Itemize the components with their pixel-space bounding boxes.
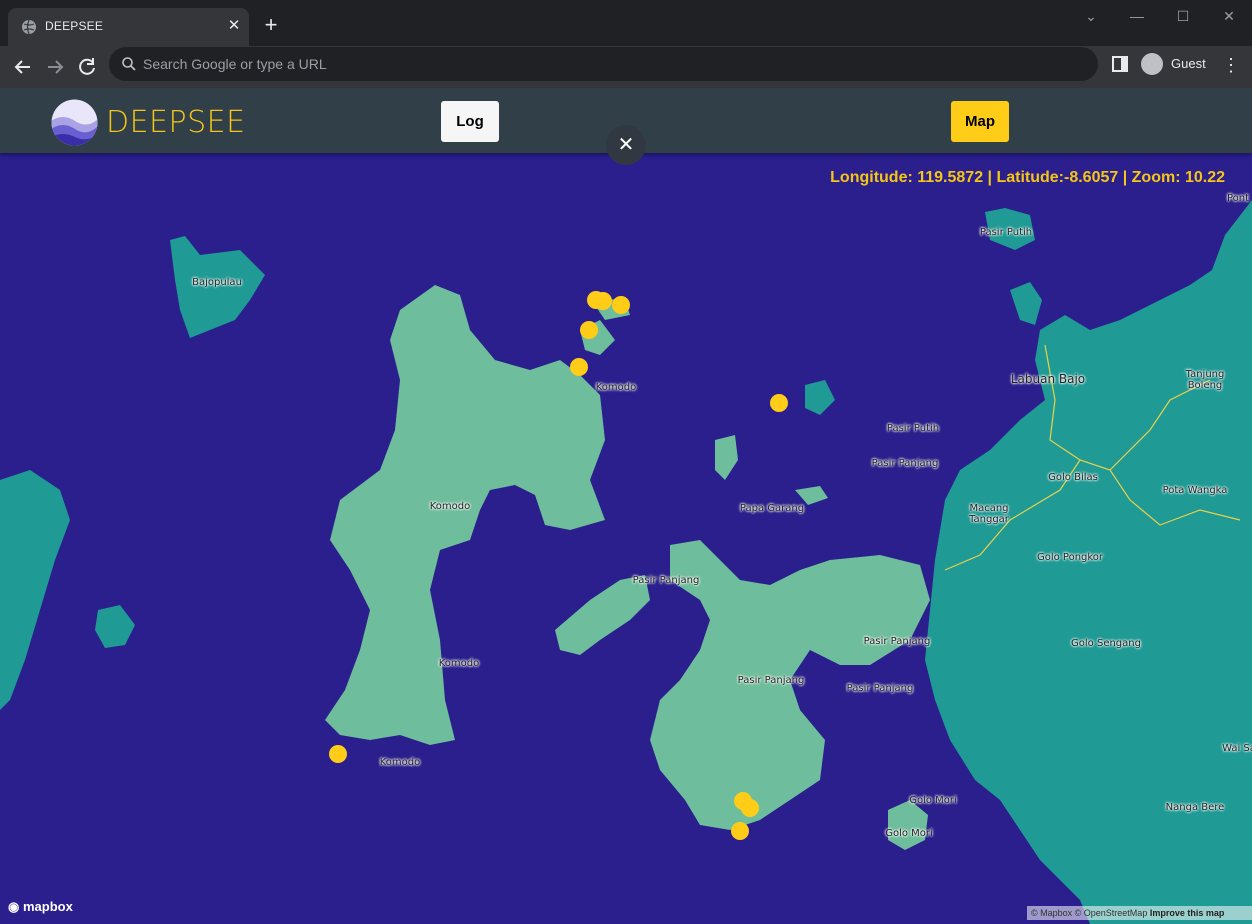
map-label: Pasir Putih	[886, 423, 940, 434]
tab-close-icon[interactable]: ✕	[224, 16, 244, 36]
avatar-icon	[1141, 53, 1163, 75]
map-button[interactable]: Map	[951, 101, 1009, 142]
markers-layer	[329, 291, 788, 840]
minimize-button[interactable]: —	[1114, 4, 1160, 28]
map-label: Pota Wangka	[1162, 485, 1228, 496]
map-attribution: © Mapbox © OpenStreetMap Improve this ma…	[1027, 906, 1252, 920]
map-label: Komodo	[438, 658, 480, 669]
map-label: Pasir Panjang	[863, 636, 931, 647]
tab-search-icon[interactable]: ⌄	[1068, 4, 1114, 28]
map-label: Komodo	[595, 382, 637, 393]
dive-marker[interactable]	[770, 394, 788, 412]
coordinates-readout: Longitude: 119.5872 | Latitude:-8.6057 |…	[830, 169, 1225, 186]
address-bar[interactable]	[109, 47, 1098, 81]
back-icon[interactable]	[9, 53, 37, 81]
mapbox-logo-text: mapbox	[22, 899, 73, 914]
map-label: Nanga Bere	[1165, 802, 1225, 813]
deepsee-logo-icon	[51, 99, 98, 146]
browser-toolbar: Guest ⋮	[0, 46, 1252, 88]
map-canvas[interactable]: Longitude: 119.5872 | Latitude:-8.6057 |…	[0, 153, 1252, 924]
map-label: Pont	[1226, 193, 1250, 204]
close-window-button[interactable]: ✕	[1206, 4, 1252, 28]
dive-marker[interactable]	[329, 745, 347, 763]
dive-marker[interactable]	[570, 358, 588, 376]
map-label: Macang Tanggar	[969, 503, 1009, 525]
map-label: Pasir Panjang	[846, 683, 914, 694]
profile-button[interactable]: Guest	[1137, 50, 1212, 78]
map-label: Golo Mori	[909, 795, 957, 806]
tab-strip: DEEPSEE ✕ + ⌄ — ☐ ✕	[0, 0, 1252, 46]
map-label: Golo Mori	[885, 828, 933, 839]
map-label: Labuan Bajo	[1010, 372, 1086, 386]
map-label: Pasir Panjang	[632, 575, 700, 586]
map-label: Komodo	[379, 757, 421, 768]
menu-icon[interactable]: ⋮	[1222, 54, 1240, 76]
map-label: Bajopulau	[192, 277, 242, 288]
tab-title: DEEPSEE	[45, 19, 104, 33]
map-label: Golo Pongkor	[1036, 552, 1104, 563]
search-icon	[122, 57, 136, 71]
dive-marker[interactable]	[741, 799, 759, 817]
tab-deepsee[interactable]: DEEPSEE ✕	[8, 8, 249, 46]
map-label: Komodo	[429, 501, 471, 512]
dive-marker[interactable]	[594, 292, 612, 310]
new-tab-button[interactable]: +	[259, 13, 283, 37]
attribution-text[interactable]: © Mapbox © OpenStreetMap	[1031, 908, 1147, 918]
dive-marker[interactable]	[580, 321, 598, 339]
globe-icon	[22, 19, 36, 35]
browser-chrome: DEEPSEE ✕ + ⌄ — ☐ ✕ Guest ⋮	[0, 0, 1252, 88]
mapbox-logo[interactable]: ◉ mapbox	[8, 899, 73, 915]
reload-icon[interactable]	[73, 53, 101, 81]
profile-name: Guest	[1171, 56, 1206, 71]
map-label: Papa Garang	[739, 503, 805, 514]
map-label: Pasir Panjang	[871, 458, 939, 469]
map-label: Tanjung Boleng	[1185, 369, 1225, 391]
brand-title: DEEPSEE	[106, 105, 246, 140]
forward-icon[interactable]	[41, 53, 69, 81]
map-label: Golo Sengang	[1071, 638, 1141, 649]
improve-map-link[interactable]: Improve this map	[1150, 908, 1225, 918]
log-button[interactable]: Log	[441, 101, 499, 142]
close-button[interactable]: ✕	[606, 125, 646, 165]
map-label: Golo Bilas	[1048, 472, 1098, 483]
map-label: Pasir Panjang	[737, 675, 805, 686]
mapbox-logo-icon: ◉	[8, 899, 23, 914]
dive-marker[interactable]	[731, 822, 749, 840]
dive-marker[interactable]	[612, 296, 630, 314]
side-panel-icon[interactable]	[1111, 55, 1129, 73]
app-root: DEEPSEE Log Map ✕ Longitude: 119.5872 | …	[0, 88, 1252, 924]
address-input[interactable]	[143, 47, 1043, 81]
map-label: Wai Sa	[1222, 743, 1252, 754]
map-label: Pasir Putih	[979, 227, 1033, 238]
maximize-button[interactable]: ☐	[1160, 4, 1206, 28]
